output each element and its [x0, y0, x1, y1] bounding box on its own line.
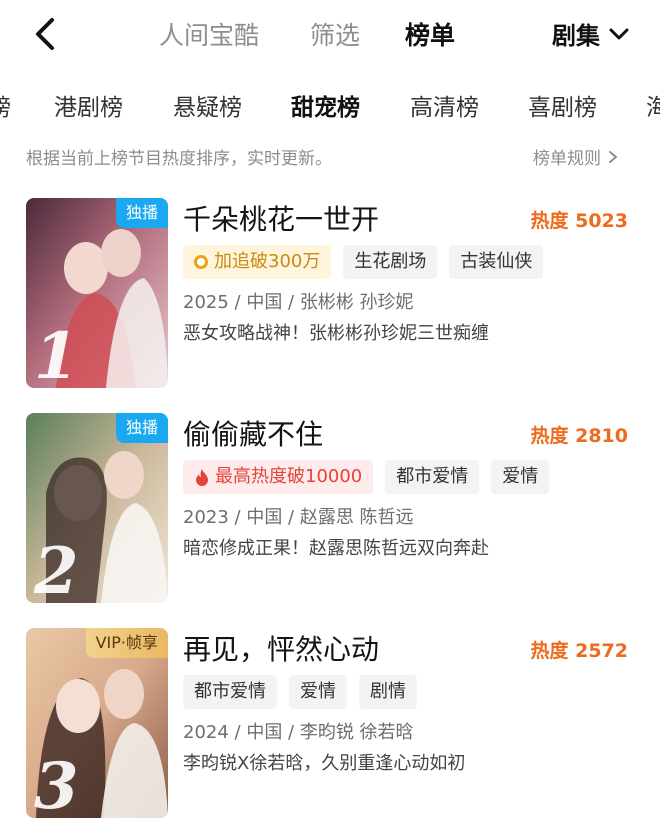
category-tab-partial-left[interactable]: 榜 — [0, 88, 11, 122]
hot-milestone-label: 最高热度破10000 — [215, 466, 363, 487]
genre-tag[interactable]: 爱情 — [491, 460, 550, 494]
show-description: 暗恋修成正果！赵露思陈哲远双向奔赴 — [183, 538, 489, 559]
exclusive-badge: 独播 — [115, 413, 168, 443]
category-tab-row: 榜 港剧榜 悬疑榜 甜宠榜 高清榜 喜剧榜 海 — [0, 82, 660, 126]
genre-tag[interactable]: 剧情 — [359, 675, 417, 709]
rank-number: 2 — [34, 534, 79, 603]
poster-image[interactable]: 独播 2 — [26, 413, 168, 603]
category-tab-mystery[interactable]: 悬疑榜 — [173, 88, 242, 122]
show-meta: 2023 / 中国 / 赵露思 陈哲远 — [183, 507, 414, 528]
category-tab-hd[interactable]: 高清榜 — [410, 88, 479, 122]
follow-milestone-label: 加追破300万 — [214, 251, 321, 272]
category-tab-sweet-romance[interactable]: 甜宠榜 — [291, 88, 360, 122]
rank-number: 3 — [34, 749, 79, 818]
exclusive-badge: 独播 — [115, 198, 168, 228]
show-description: 李昀锐X徐若晗，久别重逢心动如初 — [183, 753, 466, 774]
follow-milestone-tag: 加追破300万 — [183, 245, 332, 279]
ranking-rules-link[interactable]: 榜单规则 — [533, 144, 619, 169]
tag-row: 加追破300万 生花剧场 古装仙侠 — [183, 245, 544, 279]
heat-score: 热度 2572 — [530, 640, 629, 662]
genre-tag[interactable]: 爱情 — [289, 675, 347, 709]
ranking-rules-label: 榜单规则 — [533, 149, 601, 169]
tab-renjian-baoku[interactable]: 人间宝酷 — [159, 16, 259, 52]
genre-tag[interactable]: 古装仙侠 — [449, 245, 544, 279]
vip-badge: VIP·帧享 — [85, 628, 168, 658]
chevron-right-icon — [609, 150, 617, 163]
genre-dropdown[interactable]: 剧集 — [552, 16, 630, 51]
category-tab-hk-drama[interactable]: 港剧榜 — [54, 88, 123, 122]
rank-number: 1 — [34, 319, 79, 388]
genre-tag[interactable]: 都市爱情 — [385, 460, 480, 494]
heat-score: 热度 2810 — [530, 425, 629, 447]
genre-tag[interactable]: 生花剧场 — [343, 245, 438, 279]
show-description: 恶女攻略战神！张彬彬孙珍妮三世痴缠 — [183, 323, 489, 344]
ranking-notice: 根据当前上榜节目热度排序，实时更新。 — [26, 149, 332, 169]
show-meta: 2025 / 中国 / 张彬彬 孙珍妮 — [183, 292, 414, 313]
show-title[interactable]: 偷偷藏不住 — [183, 413, 323, 453]
genre-tag[interactable]: 都市爱情 — [183, 675, 277, 709]
poster-image[interactable]: 独播 1 — [26, 198, 168, 388]
show-title[interactable]: 再见，怦然心动 — [183, 628, 379, 668]
chevron-down-icon — [609, 28, 629, 39]
ranking-item[interactable]: 独播 2 偷偷藏不住 热度 2810 最高热度破10000 都市爱情 爱情 20… — [0, 413, 660, 613]
top-nav-bar: 人间宝酷 筛选 榜单 剧集 — [0, 0, 660, 70]
show-title[interactable]: 千朵桃花一世开 — [183, 198, 379, 238]
tab-filter[interactable]: 筛选 — [310, 16, 360, 52]
tag-row: 都市爱情 爱情 剧情 — [183, 675, 417, 709]
tab-ranking[interactable]: 榜单 — [405, 16, 455, 52]
show-meta: 2024 / 中国 / 李昀锐 徐若晗 — [183, 722, 414, 743]
category-tab-comedy[interactable]: 喜剧榜 — [528, 88, 597, 122]
follow-dot-icon — [194, 255, 208, 269]
category-tab-partial-right[interactable]: 海 — [646, 88, 660, 122]
tag-row: 最高热度破10000 都市爱情 爱情 — [183, 460, 550, 494]
heat-score: 热度 5023 — [530, 210, 629, 232]
flame-icon — [196, 469, 208, 486]
hot-milestone-tag: 最高热度破10000 — [183, 460, 374, 494]
poster-image[interactable]: VIP·帧享 3 — [26, 628, 168, 818]
ranking-item[interactable]: 独播 1 千朵桃花一世开 热度 5023 加追破300万 生花剧场 古装仙侠 2… — [0, 198, 660, 398]
chevron-left-icon — [36, 18, 54, 50]
ranking-item[interactable]: VIP·帧享 3 再见，怦然心动 热度 2572 都市爱情 爱情 剧情 2024… — [0, 628, 660, 828]
genre-dropdown-label: 剧集 — [552, 22, 600, 50]
back-button[interactable] — [30, 14, 62, 54]
